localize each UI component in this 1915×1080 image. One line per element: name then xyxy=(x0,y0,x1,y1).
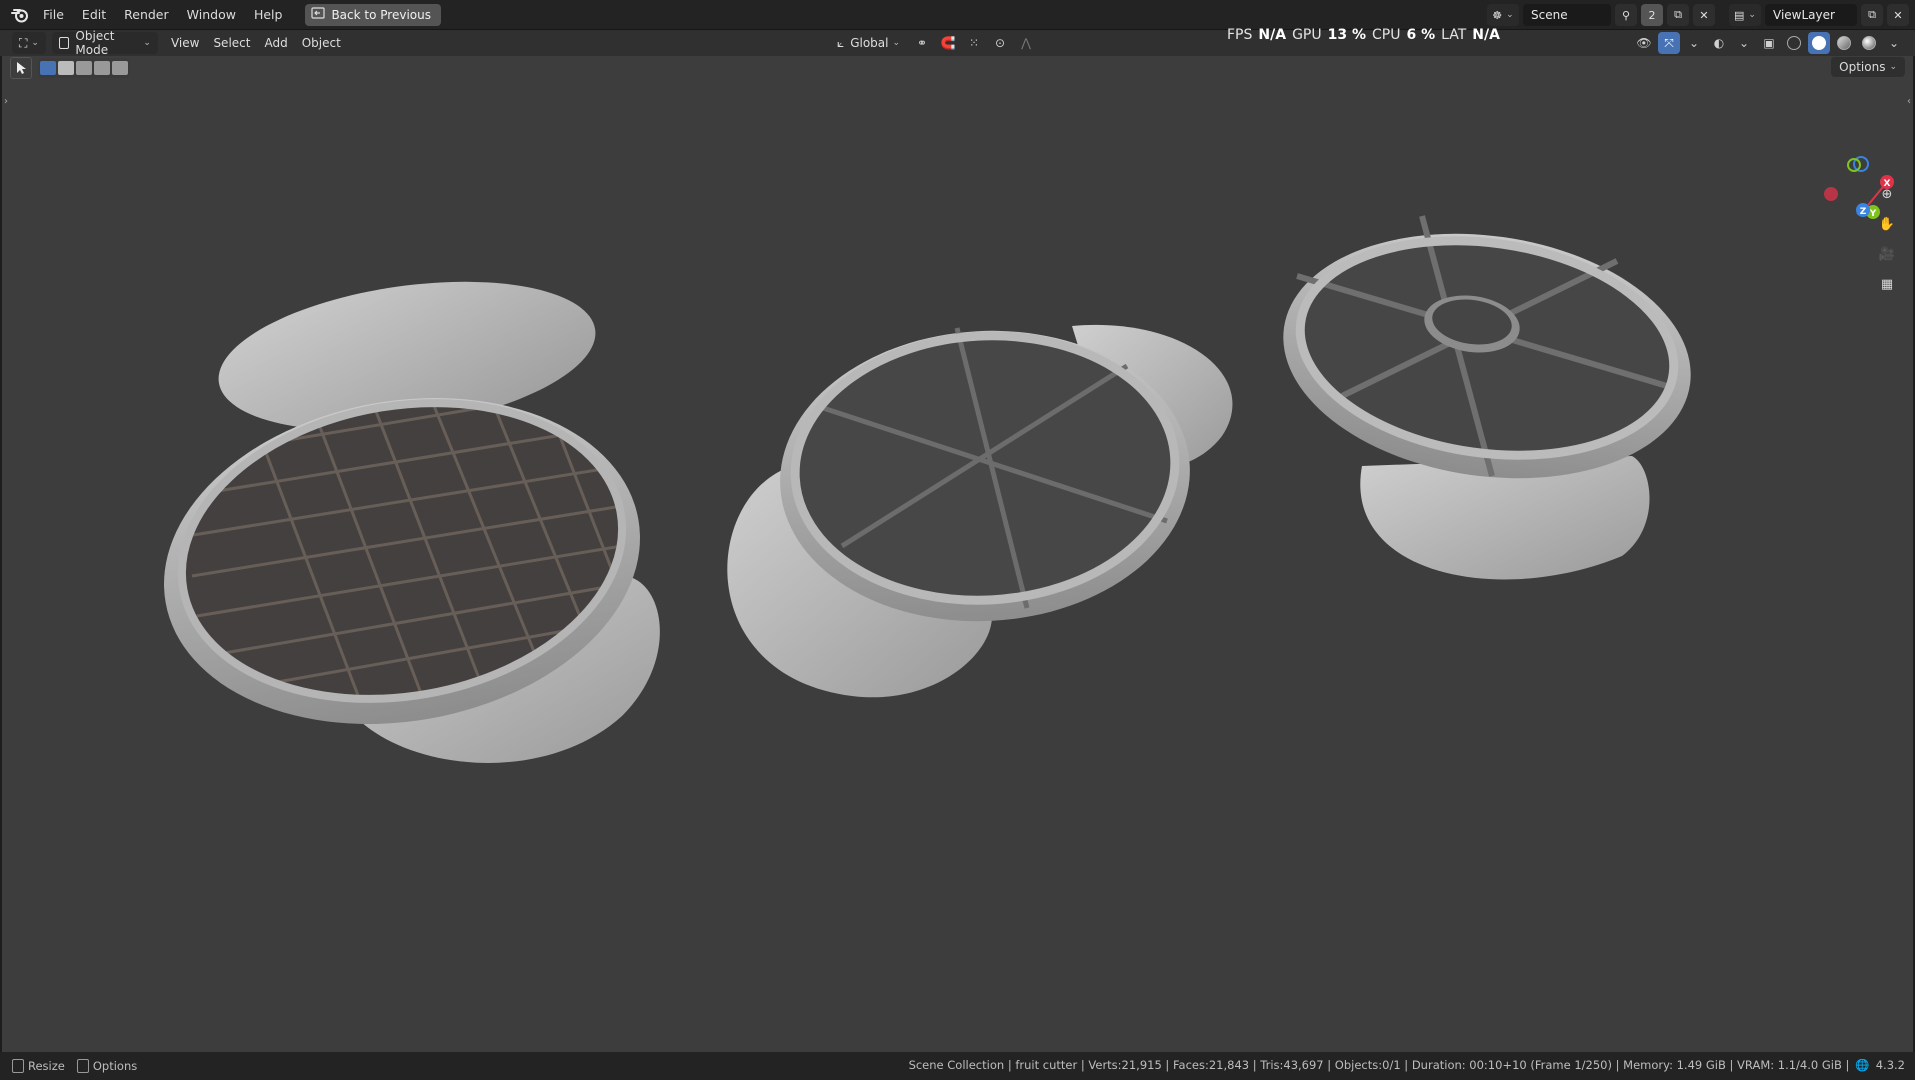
menu-window[interactable]: Window xyxy=(178,3,245,27)
orientation-label: Global xyxy=(850,36,889,50)
menu-view[interactable]: View xyxy=(164,32,206,54)
apple-corer-cutter xyxy=(1283,215,1691,580)
new-view-layer-icon[interactable]: ⧉ xyxy=(1861,4,1883,26)
top-menu-bar: File Edit Render Window Help Back to Pre… xyxy=(0,0,1915,30)
zoom-icon[interactable]: ⊕ xyxy=(1875,182,1899,206)
back-to-previous-label: Back to Previous xyxy=(331,7,431,22)
select-tool-icon[interactable] xyxy=(10,57,32,79)
select-extend-icon[interactable] xyxy=(58,61,74,75)
fps-label: FPS xyxy=(1227,27,1253,43)
axis-z-label: Z xyxy=(1860,207,1867,217)
options-dropdown[interactable]: Options ⌄ xyxy=(1831,57,1905,77)
menu-object[interactable]: Object xyxy=(295,32,348,54)
overlays-dropdown-icon[interactable]: ⌄ xyxy=(1733,32,1755,54)
material-shading-icon[interactable] xyxy=(1833,32,1855,54)
scene-statistics: Scene Collection | fruit cutter | Verts:… xyxy=(908,1058,1850,1072)
lat-value: N/A xyxy=(1472,27,1500,43)
gizmo-toggle-icon[interactable]: ⤧ xyxy=(1658,32,1680,54)
delete-scene-icon[interactable]: ✕ xyxy=(1693,4,1715,26)
select-intersect-icon[interactable] xyxy=(112,61,128,75)
fps-value: N/A xyxy=(1258,27,1287,43)
wedge-slicer-cutter xyxy=(727,324,1233,698)
status-bar: Resize Options Scene Collection | fruit … xyxy=(0,1052,1915,1080)
visibility-icon[interactable]: 👁 xyxy=(1633,32,1655,54)
menu-file[interactable]: File xyxy=(34,3,73,27)
pan-hand-icon[interactable]: ✋ xyxy=(1875,212,1899,236)
mouse-icon xyxy=(12,1059,24,1073)
view-layer-browse-button[interactable]: ▤ ⌄ xyxy=(1729,4,1761,26)
wireframe-shading-icon[interactable] xyxy=(1783,32,1805,54)
overlays-icon[interactable]: ◐ xyxy=(1708,32,1730,54)
version-label: 4.3.2 xyxy=(1875,1058,1905,1072)
object-mode-dropdown[interactable]: Object Mode ⌄ xyxy=(51,29,158,57)
perspective-grid-icon[interactable]: ▦ xyxy=(1875,272,1899,296)
select-invert-icon[interactable] xyxy=(94,61,110,75)
tool-settings-row xyxy=(10,56,130,80)
cpu-label: CPU xyxy=(1372,27,1401,43)
pin-scene-icon[interactable]: ⚲ xyxy=(1615,4,1637,26)
options-hint: Options xyxy=(76,1059,138,1073)
gizmo-dropdown-icon[interactable]: ⌄ xyxy=(1683,32,1705,54)
options-label: Options xyxy=(1839,60,1886,74)
menu-render[interactable]: Render xyxy=(115,3,178,27)
lat-label: LAT xyxy=(1441,27,1467,43)
delete-view-layer-icon[interactable]: ✕ xyxy=(1887,4,1909,26)
menu-add[interactable]: Add xyxy=(257,32,294,54)
view-layer-icon: ▤ xyxy=(1734,8,1745,22)
scene-icon: ☸ xyxy=(1492,8,1503,22)
scene-name-label: Scene xyxy=(1531,8,1568,22)
solid-shading-icon[interactable] xyxy=(1808,32,1830,54)
view-layer-name-field[interactable]: ViewLayer xyxy=(1765,4,1857,26)
falloff-icon[interactable]: ⋀ xyxy=(1015,32,1037,54)
new-scene-icon[interactable]: ⧉ xyxy=(1667,4,1689,26)
scene-browse-button[interactable]: ☸ ⌄ xyxy=(1487,4,1519,26)
editor-type-icon: ⛶ xyxy=(19,35,28,50)
transform-tools-group: ⟀ Global ⌄ ⚭ 🧲 ⁙ ⊙ ⋀ xyxy=(830,32,1037,54)
select-subtract-icon[interactable] xyxy=(76,61,92,75)
transform-orientation-dropdown[interactable]: ⟀ Global ⌄ xyxy=(830,32,907,54)
scene-selector-group: ☸ ⌄ Scene ⚲ 2 ⧉ ✕ ▤ ⌄ ViewLayer ⧉ ✕ xyxy=(1487,3,1909,27)
proportional-editing-icon[interactable]: ⊙ xyxy=(989,32,1011,54)
menu-select[interactable]: Select xyxy=(206,32,257,54)
right-panel-toggle-icon[interactable]: ‹ xyxy=(1907,96,1911,107)
snap-icon[interactable]: 🧲 xyxy=(937,32,959,54)
pivot-point-icon[interactable]: ⚭ xyxy=(911,32,933,54)
resize-label: Resize xyxy=(28,1059,65,1073)
grid-dicer-cutter xyxy=(164,281,660,763)
network-icon[interactable]: 🌐 xyxy=(1855,1058,1869,1072)
gpu-label: GPU xyxy=(1292,27,1322,43)
menu-edit[interactable]: Edit xyxy=(73,3,115,27)
selection-mode-group xyxy=(38,58,130,78)
rendered-shading-icon[interactable] xyxy=(1858,32,1880,54)
object-mode-label: Object Mode xyxy=(75,29,115,57)
axis-neg-x-handle[interactable] xyxy=(1824,187,1838,201)
back-to-previous-button[interactable]: Back to Previous xyxy=(305,3,441,26)
gpu-value: 13 % xyxy=(1327,27,1366,43)
menu-help[interactable]: Help xyxy=(245,3,292,27)
shading-dropdown-icon[interactable]: ⌄ xyxy=(1883,32,1905,54)
cpu-value: 6 % xyxy=(1406,27,1436,43)
scene-render xyxy=(164,215,1691,763)
options-hint-label: Options xyxy=(92,1059,138,1073)
xray-icon[interactable]: ▣ xyxy=(1758,32,1780,54)
scene-user-count[interactable]: 2 xyxy=(1641,4,1663,26)
performance-overlay: FPS N/A GPU 13 % CPU 6 % LAT N/A xyxy=(1227,27,1500,43)
back-icon xyxy=(311,7,326,22)
snap-target-icon[interactable]: ⁙ xyxy=(963,32,985,54)
select-new-icon[interactable] xyxy=(40,61,56,75)
resize-hint: Resize xyxy=(12,1059,65,1073)
left-panel-toggle-icon[interactable]: › xyxy=(4,96,8,107)
3d-viewport[interactable]: X Y Z ⊕ ✋ 🎥 ▦ › ‹ xyxy=(2,56,1913,1052)
blender-logo-icon[interactable] xyxy=(6,3,34,27)
scene-name-field[interactable]: Scene xyxy=(1523,4,1611,26)
editor-type-button[interactable]: ⛶ ⌄ xyxy=(12,32,46,54)
viewport-shading-group: 👁 ⤧ ⌄ ◐ ⌄ ▣ ⌄ xyxy=(1633,32,1905,54)
mouse-right-icon xyxy=(76,1059,89,1073)
viewport-header: ⛶ ⌄ Object Mode ⌄ View Select Add Object … xyxy=(0,29,1915,57)
view-layer-label: ViewLayer xyxy=(1773,8,1835,22)
object-mode-icon xyxy=(58,37,70,49)
orientation-icon: ⟀ xyxy=(837,35,845,50)
camera-view-icon[interactable]: 🎥 xyxy=(1875,242,1899,266)
